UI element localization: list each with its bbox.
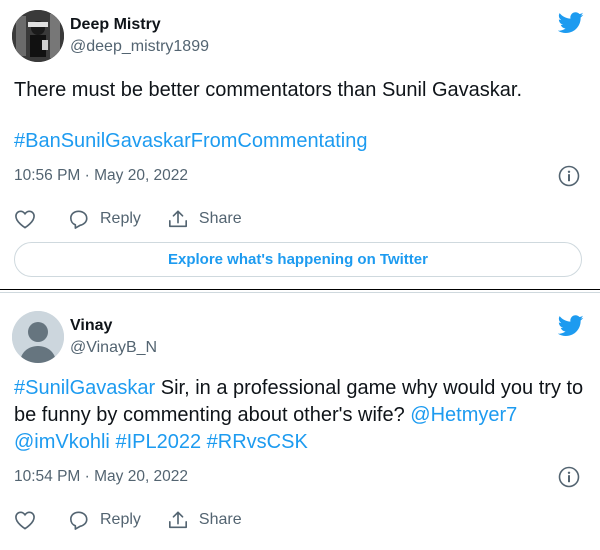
explore-twitter-button[interactable]: Explore what's happening on Twitter [14,242,582,277]
twitter-bird-icon[interactable] [558,315,584,337]
share-icon [168,511,187,529]
reply-bubble-icon [70,210,88,229]
hashtag-link[interactable]: #SunilGavaskar [14,377,155,399]
heart-icon [15,210,35,229]
like-button[interactable] [14,209,36,229]
author-name[interactable]: Deep Mistry [70,16,161,34]
info-icon[interactable] [558,466,580,488]
author-handle[interactable]: @deep_mistry1899 [70,38,209,56]
reply-button[interactable]: Reply [68,209,141,229]
tweet-card: Deep Mistry @deep_mistry1899 There must … [0,0,600,290]
author-handle[interactable]: @VinayB_N [70,339,157,357]
avatar[interactable] [12,10,64,62]
twitter-bird-icon[interactable] [558,12,584,34]
author-name[interactable]: Vinay [70,317,112,335]
tweet-timestamp[interactable]: 10:54 PM · May 20, 2022 [14,468,188,486]
reply-label: Reply [100,511,141,528]
share-icon [168,210,187,228]
tweet-actions: Reply Share [14,508,268,532]
share-button[interactable]: Share [167,510,242,530]
share-label: Share [198,210,242,227]
hashtag-link[interactable]: #RRvsCSK [207,431,308,453]
reply-button[interactable]: Reply [68,510,141,530]
avatar[interactable] [12,311,64,363]
reply-label: Reply [100,210,141,227]
reply-bubble-icon [70,511,88,530]
hashtag-link[interactable]: #IPL2022 [115,431,201,453]
tweet-card: Vinay @VinayB_N #SunilGavaskar Sir, in a… [0,295,600,550]
tweet-text: There must be better commentators than S… [14,79,523,101]
heart-icon [15,511,35,530]
info-icon[interactable] [558,165,580,187]
share-label: Share [198,511,242,528]
tweet-hashtag[interactable]: #BanSunilGavaskarFromCommentating [14,128,584,155]
share-button[interactable]: Share [167,209,242,229]
tweet-timestamp[interactable]: 10:56 PM · May 20, 2022 [14,167,188,185]
tweet-text: #SunilGavaskar Sir, in a professional ga… [14,375,584,456]
mention-link[interactable]: @imVkohli [14,431,110,453]
tweet-actions: Reply Share [14,207,268,231]
like-button[interactable] [14,510,36,530]
mention-link[interactable]: @Hetmyer7 [410,404,517,426]
